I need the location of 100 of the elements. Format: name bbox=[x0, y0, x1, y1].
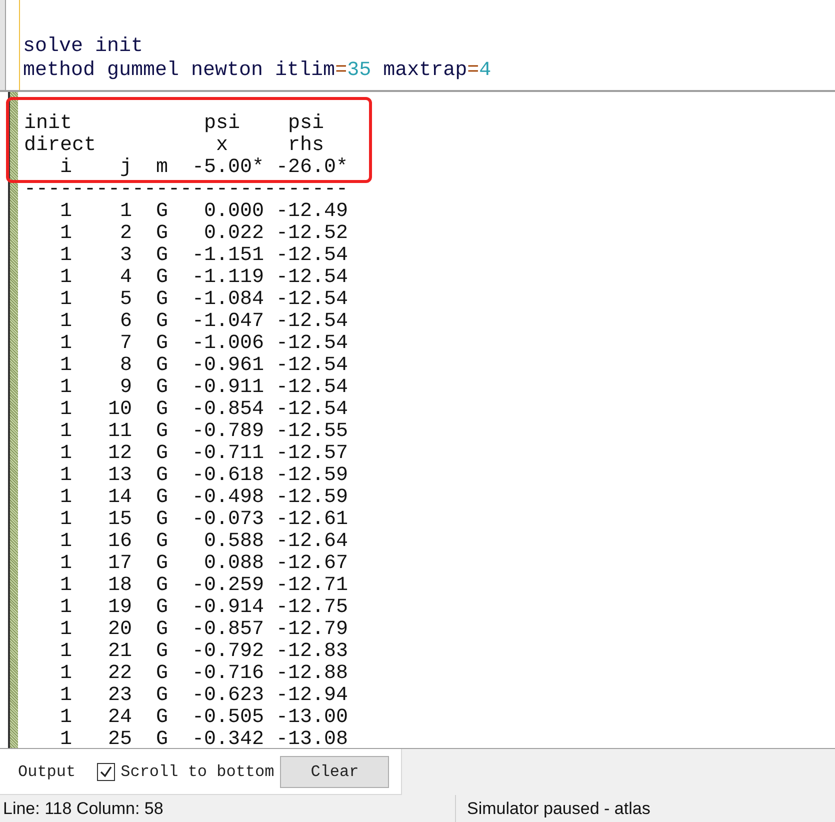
table-cell-text: 1 bbox=[58, 201, 72, 223]
table-cell-text: G bbox=[154, 663, 168, 685]
separator-line: --------------------------- bbox=[24, 179, 348, 201]
table-cell-text: -12.61 bbox=[274, 509, 348, 531]
table-cell-text: -0.792 bbox=[190, 641, 264, 663]
table-cell-text: 24 bbox=[106, 707, 132, 729]
table-cell-text: 1 bbox=[58, 399, 72, 421]
table-cell-text: 15 bbox=[106, 509, 132, 531]
table-cell-text: 11 bbox=[106, 421, 132, 443]
table-cell-text: 1 bbox=[58, 531, 72, 553]
table-cell-text: -12.79 bbox=[274, 619, 348, 641]
table-cell-text: 1 bbox=[58, 509, 72, 531]
table-cell-text: 1 bbox=[58, 575, 72, 597]
simulator-status: Simulator paused - atlas bbox=[467, 799, 650, 818]
table-cell-text: 1 bbox=[58, 685, 72, 707]
table-cell-text: -12.54 bbox=[274, 399, 348, 421]
table-cell-text: -12.54 bbox=[274, 311, 348, 333]
table-cell-text: 1 bbox=[58, 729, 72, 748]
table-cell-text: -13.08 bbox=[274, 729, 348, 748]
table-cell-text: 1 bbox=[58, 465, 72, 487]
clear-button[interactable]: Clear bbox=[280, 756, 390, 788]
table-cell-text: 4 bbox=[118, 267, 132, 289]
table-cell-text: 1 bbox=[58, 663, 72, 685]
table-cell-text: -12.54 bbox=[274, 333, 348, 355]
table-cell-text: G bbox=[154, 729, 168, 748]
table-cell-text: G bbox=[154, 421, 168, 443]
output-label: Output bbox=[18, 762, 76, 780]
table-cell-text: -12.64 bbox=[274, 531, 348, 553]
table-cell-text: -0.711 bbox=[190, 443, 264, 465]
table-cell-text: G bbox=[154, 641, 168, 663]
table-cell-text: G bbox=[154, 355, 168, 377]
table-cell-text: 1 bbox=[58, 223, 72, 245]
table-cell-text: -0.911 bbox=[190, 377, 264, 399]
table-cell-text: 1 bbox=[58, 355, 72, 377]
table-cell-text: -12.52 bbox=[274, 223, 348, 245]
table-cell-text: -0.716 bbox=[190, 663, 264, 685]
table-cell-text: 1 bbox=[58, 289, 72, 311]
table-cell-text: G bbox=[154, 223, 168, 245]
scroll-label: Scroll to bottom bbox=[120, 762, 274, 780]
table-cell-text: -1.119 bbox=[190, 267, 264, 289]
table-cell-text: 7 bbox=[118, 333, 132, 355]
table-cell-text: -0.914 bbox=[190, 597, 264, 619]
table-cell-text: 17 bbox=[106, 553, 132, 575]
table-cell-text: -0.789 bbox=[190, 421, 264, 443]
table-cell-text: 0.588 bbox=[202, 531, 264, 553]
header-line: i j m -5.00* -26.0* bbox=[59, 157, 348, 179]
code-line: solve init bbox=[23, 35, 144, 59]
table-cell-text: G bbox=[154, 707, 168, 729]
table-cell-text: -1.084 bbox=[190, 289, 264, 311]
table-cell-text: 13 bbox=[106, 465, 132, 487]
table-cell-text: -1.047 bbox=[190, 311, 264, 333]
table-cell-text: 0.088 bbox=[202, 553, 264, 575]
table-cell-text: 20 bbox=[106, 619, 132, 641]
table-cell-text: 6 bbox=[118, 311, 132, 333]
table-cell-text: G bbox=[154, 487, 168, 509]
table-cell-text: -12.83 bbox=[274, 641, 348, 663]
table-cell-text: G bbox=[154, 531, 168, 553]
table-cell-text: 19 bbox=[106, 597, 132, 619]
table-cell-text: G bbox=[154, 311, 168, 333]
table-cell-text: 21 bbox=[106, 641, 132, 663]
table-cell-text: 23 bbox=[106, 685, 132, 707]
table-cell-text: G bbox=[154, 333, 168, 355]
table-cell-text: -12.59 bbox=[274, 465, 348, 487]
table-cell-text: 1 bbox=[58, 333, 72, 355]
table-cell-text: -12.54 bbox=[274, 377, 348, 399]
table-cell-text: 22 bbox=[106, 663, 132, 685]
header-line: init psi psi bbox=[24, 113, 326, 135]
table-cell-text: G bbox=[154, 553, 168, 575]
table-cell-text: -12.57 bbox=[274, 443, 348, 465]
table-cell-text: 1 bbox=[58, 641, 72, 663]
table-cell-text: -0.854 bbox=[190, 399, 264, 421]
table-cell-text: -0.498 bbox=[190, 487, 264, 509]
table-cell-text: 16 bbox=[106, 531, 132, 553]
table-cell-text: G bbox=[154, 685, 168, 707]
table-cell-text: 1 bbox=[58, 553, 72, 575]
table-cell-text: 1 bbox=[58, 443, 72, 465]
table-cell-text: 14 bbox=[106, 487, 132, 509]
table-cell-text: 1 bbox=[58, 245, 72, 267]
table-cell-text: G bbox=[154, 443, 168, 465]
table-cell-text: G bbox=[154, 377, 168, 399]
table-cell-text: -1.006 bbox=[190, 333, 264, 355]
table-cell-text: G bbox=[154, 267, 168, 289]
table-cell-text: -0.623 bbox=[190, 685, 264, 707]
table-cell-text: 1 bbox=[58, 707, 72, 729]
table-cell-text: G bbox=[154, 201, 168, 223]
table-cell-text: -0.857 bbox=[190, 619, 264, 641]
table-cell-text: -12.71 bbox=[274, 575, 348, 597]
table-cell-text: 5 bbox=[118, 289, 132, 311]
table-cell-text: -0.505 bbox=[190, 707, 264, 729]
table-cell-text: 18 bbox=[106, 575, 132, 597]
table-cell-text: G bbox=[154, 619, 168, 641]
table-cell-text: -0.961 bbox=[190, 355, 264, 377]
table-cell-text: -12.67 bbox=[274, 553, 348, 575]
table-cell-text: -12.88 bbox=[274, 663, 348, 685]
table-cell-text: 1 bbox=[58, 421, 72, 443]
table-cell-text: 1 bbox=[58, 267, 72, 289]
table-cell-text: 1 bbox=[58, 619, 72, 641]
table-cell-text: -12.54 bbox=[274, 245, 348, 267]
scroll-checkbox[interactable] bbox=[96, 762, 115, 780]
table-cell-text: -12.54 bbox=[274, 289, 348, 311]
